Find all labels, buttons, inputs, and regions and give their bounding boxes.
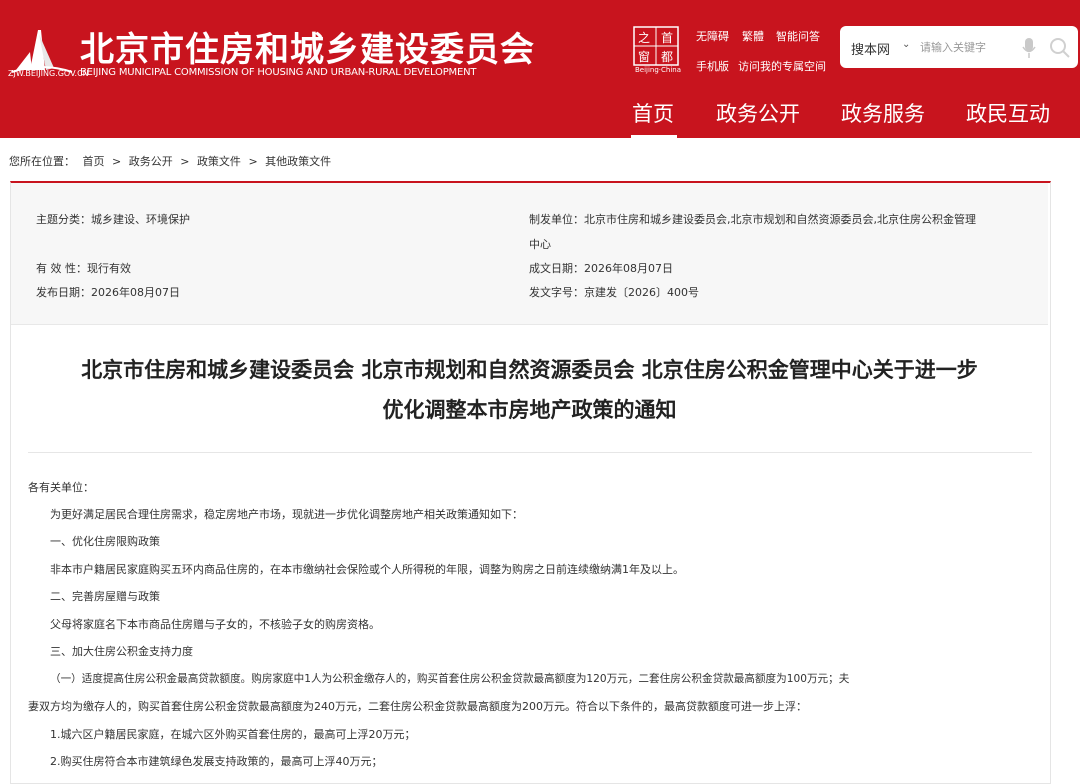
microphone-icon[interactable] xyxy=(1021,37,1037,59)
list-item: 2.购买住房符合本市建筑绿色发展支持政策的，最高可上浮40万元； xyxy=(50,755,383,768)
capital-window-logo-icon[interactable]: 首 都 之 窗 xyxy=(633,26,679,66)
section-heading: 二、完善房屋赠与政策 xyxy=(50,590,160,603)
document-meta-box xyxy=(11,183,1048,325)
list-item: 1.城六区户籍居民家庭，在城六区外购买首套住房的，最高可上浮20万元； xyxy=(50,728,416,741)
capital-char-4: 窗 xyxy=(638,50,650,64)
paragraph: （一）适度提高住房公积金最高贷款额度。购房家庭中1人为公积金缴存人的，购买首套住… xyxy=(50,673,850,685)
traditional-chinese-link[interactable]: 繁體 xyxy=(742,28,764,44)
meta-written-date: 成文日期：2026年08月07日 xyxy=(529,262,673,275)
breadcrumb-item-policy[interactable]: 政策文件 xyxy=(197,155,241,168)
breadcrumb-prefix: 您所在位置： xyxy=(9,155,75,168)
site-subtitle: BEIJING MUNICIPAL COMMISSION OF HOUSING … xyxy=(80,67,477,78)
breadcrumb-separator: > xyxy=(112,155,122,168)
nav-government-affairs[interactable]: 政务公开 xyxy=(716,98,800,128)
capital-window-caption: Beijing·China xyxy=(634,66,682,74)
site-header: ZJW.BEIJING.GOV.CN 北京市住房和城乡建设委员会 BEIJING… xyxy=(0,0,1080,138)
capital-char-2: 都 xyxy=(661,50,673,64)
site-title[interactable]: 北京市住房和城乡建设委员会 xyxy=(80,22,535,71)
active-nav-indicator xyxy=(631,135,677,138)
search-icon[interactable] xyxy=(1049,37,1071,59)
search-box: 搜本网 ⌄ xyxy=(840,26,1078,68)
accessibility-link[interactable]: 无障碍 xyxy=(696,28,729,44)
meta-validity: 有 效 性：现行有效 xyxy=(36,262,131,275)
title-divider xyxy=(28,452,1032,453)
meta-doc-number: 发文字号：京建发〔2026〕400号 xyxy=(529,286,699,299)
breadcrumb-item-affairs[interactable]: 政务公开 xyxy=(129,155,173,168)
mobile-version-link[interactable]: 手机版 xyxy=(696,58,729,74)
capital-char-3: 之 xyxy=(638,31,650,45)
meta-issuer-cont: 中心 xyxy=(529,238,551,251)
meta-topic: 主题分类：城乡建设、环境保护 xyxy=(36,213,190,226)
breadcrumb: 您所在位置： 首页 > 政务公开 > 政策文件 > 其他政策文件 xyxy=(9,153,335,169)
document-title-line2: 优化调整本市房地产政策的通知 xyxy=(382,398,677,422)
paragraph: 父母将家庭名下本市商品住房赠与子女的，不核验子女的购房资格。 xyxy=(50,618,380,631)
meta-issuer: 制发单位：北京市住房和城乡建设委员会,北京市规划和自然资源委员会,北京住房公积金… xyxy=(529,213,976,226)
paragraph: 为更好满足居民合理住房需求，稳定房地产市场，现就进一步优化调整房地产相关政策通知… xyxy=(50,508,523,521)
document-title-line1: 北京市住房和城乡建设委员会 北京市规划和自然资源委员会 北京住房公积金管理中心关… xyxy=(81,358,978,382)
capital-char-1: 首 xyxy=(661,31,673,45)
search-input[interactable] xyxy=(920,38,1016,56)
smart-qa-link[interactable]: 智能问答 xyxy=(776,28,820,44)
breadcrumb-separator: > xyxy=(248,155,258,168)
breadcrumb-item-home[interactable]: 首页 xyxy=(83,155,105,168)
breadcrumb-item-other-policy[interactable]: 其他政策文件 xyxy=(265,155,331,168)
nav-government-services[interactable]: 政务服务 xyxy=(841,98,925,128)
paragraph-cont: 妻双方均为缴存人的，购买首套住房公积金贷款最高额度为240万元，二套住房公积金贷… xyxy=(28,700,807,713)
salutation: 各有关单位： xyxy=(28,481,94,494)
document-title: 北京市住房和城乡建设委员会 北京市规划和自然资源委员会 北京住房公积金管理中心关… xyxy=(11,350,1048,430)
paragraph: 非本市户籍居民家庭购买五环内商品住房的，在本市缴纳社会保险或个人所得税的年限，调… xyxy=(50,563,684,576)
section-heading: 一、优化住房限购政策 xyxy=(50,535,160,548)
chevron-down-icon[interactable]: ⌄ xyxy=(902,39,910,50)
personal-space-link[interactable]: 访问我的专属空间 xyxy=(738,58,826,74)
site-url: ZJW.BEIJING.GOV.CN xyxy=(8,69,89,78)
section-heading: 三、加大住房公积金支持力度 xyxy=(50,645,193,658)
meta-publish-date: 发布日期：2026年08月07日 xyxy=(36,286,180,299)
nav-home[interactable]: 首页 xyxy=(632,98,674,128)
search-scope-select[interactable]: 搜本网 xyxy=(851,39,890,58)
breadcrumb-separator: > xyxy=(180,155,190,168)
nav-public-interaction[interactable]: 政民互动 xyxy=(966,98,1050,128)
